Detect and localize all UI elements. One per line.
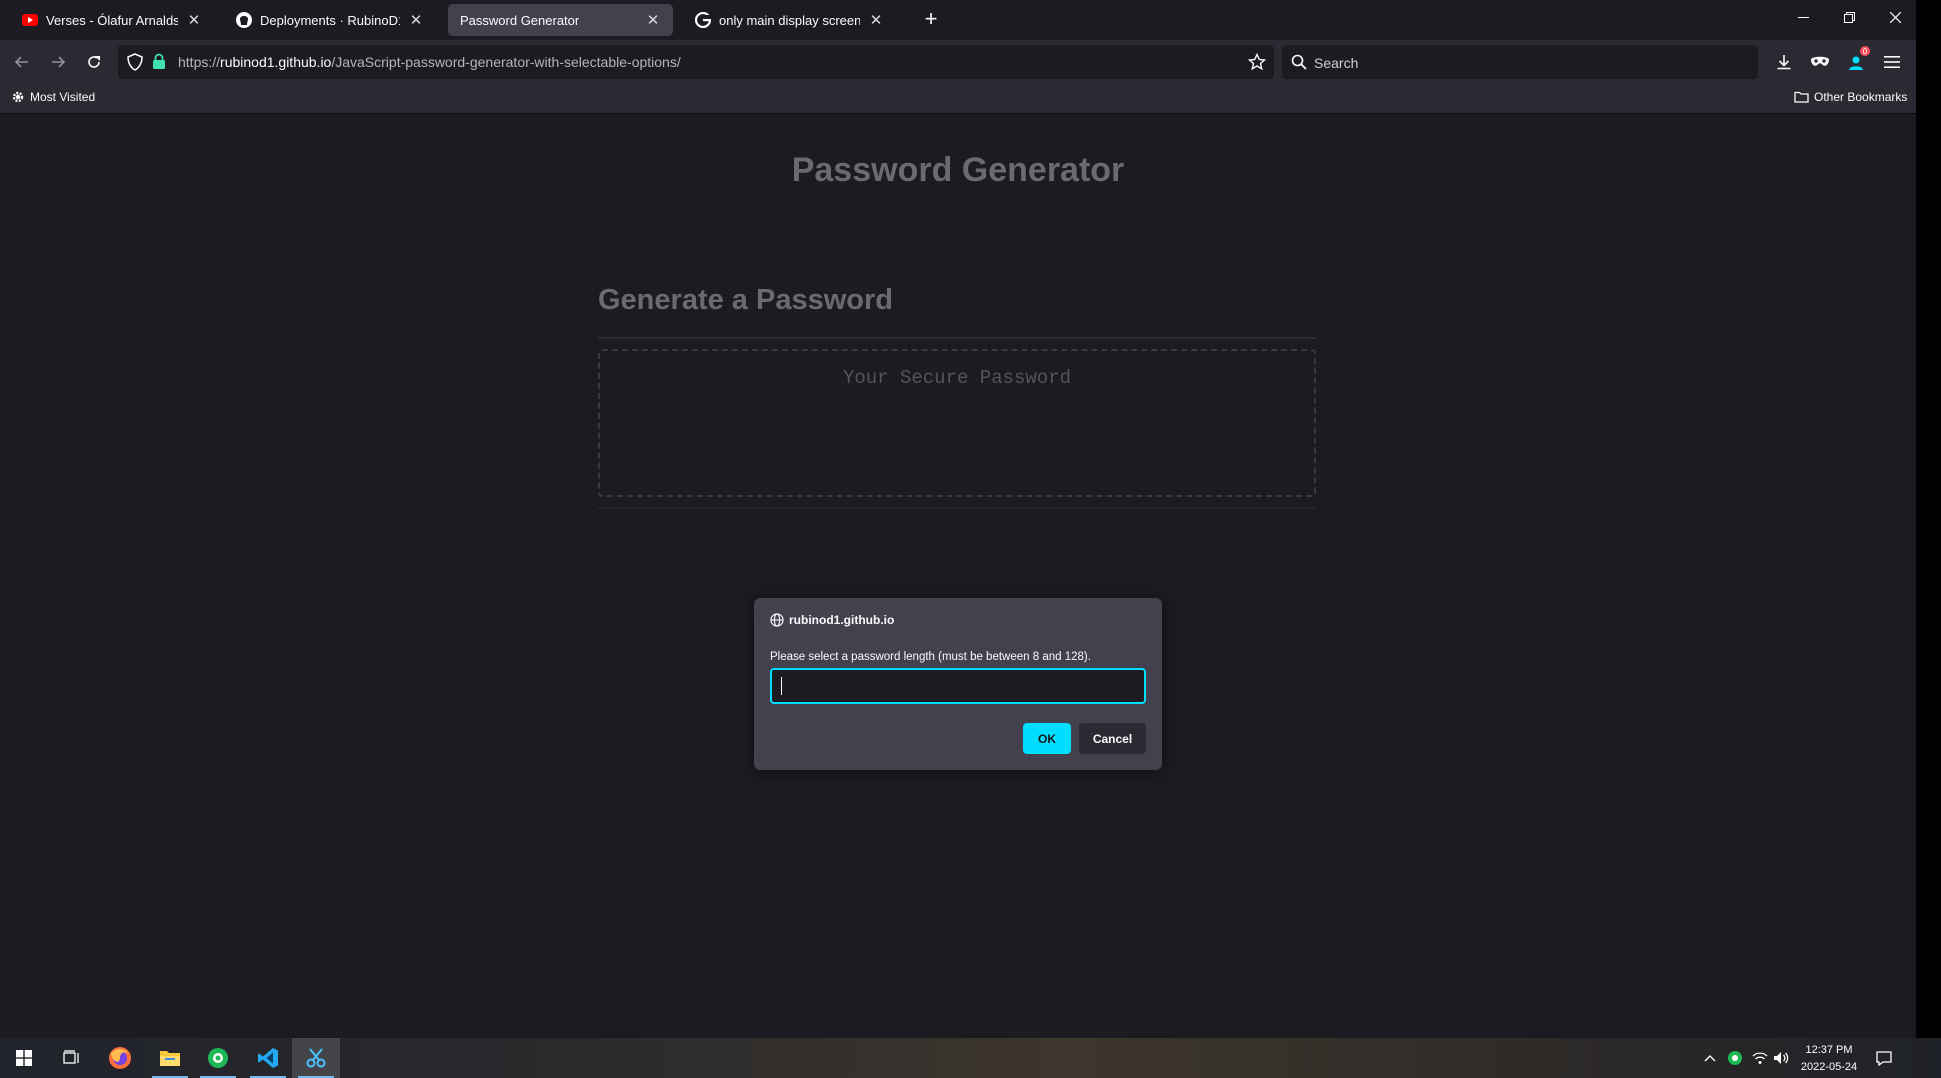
back-arrow-icon — [14, 56, 28, 68]
start-button[interactable] — [0, 1038, 48, 1078]
close-window-icon[interactable] — [1872, 0, 1918, 34]
vscode-icon — [258, 1048, 278, 1068]
search-icon — [1291, 54, 1307, 75]
cancel-button[interactable]: Cancel — [1079, 723, 1146, 754]
folder-icon — [1794, 91, 1809, 103]
youtube-icon — [22, 12, 38, 28]
account-button[interactable]: 0 — [1842, 46, 1870, 76]
close-tab-icon[interactable]: ✕ — [643, 10, 663, 30]
search-placeholder: Search — [1314, 55, 1359, 71]
tray-overflow-chevron-icon[interactable] — [1700, 1048, 1720, 1068]
action-center-icon[interactable] — [1874, 1048, 1894, 1068]
tab-github[interactable]: Deployments · RubinoD1/Javas ✕ — [214, 4, 436, 36]
restore-icon[interactable] — [1826, 0, 1872, 34]
navigation-toolbar: https://rubinod1.github.io/JavaScript-pa… — [0, 40, 1916, 84]
task-view-icon — [63, 1050, 79, 1064]
gear-icon — [12, 91, 24, 103]
back-button[interactable] — [8, 48, 36, 76]
downloads-button[interactable] — [1770, 48, 1798, 76]
task-view-button[interactable] — [48, 1038, 96, 1078]
windows-logo-icon — [16, 1050, 32, 1066]
close-tab-icon[interactable]: ✕ — [866, 10, 886, 30]
close-tab-icon[interactable]: ✕ — [184, 10, 204, 30]
address-bar[interactable]: https://rubinod1.github.io/JavaScript-pa… — [118, 45, 1274, 79]
taskbar-snipping-tool[interactable] — [292, 1038, 340, 1078]
search-bar[interactable]: Search — [1282, 45, 1758, 79]
download-icon — [1777, 55, 1791, 70]
scissors-icon — [306, 1048, 326, 1068]
folder-icon — [160, 1051, 180, 1066]
forward-button[interactable] — [44, 48, 72, 76]
text-caret — [781, 677, 782, 695]
browser-window: Verses - Ólafur Arnalds (Slow ✕ Deployme… — [0, 0, 1916, 1078]
dialog-origin-text: rubinod1.github.io — [789, 613, 895, 627]
dialog-origin: rubinod1.github.io — [770, 613, 894, 627]
notification-badge: 0 — [1860, 46, 1870, 56]
account-icon — [1849, 56, 1863, 70]
url-text[interactable]: https://rubinod1.github.io/JavaScript-pa… — [178, 54, 681, 70]
bookmarks-bar: Most Visited Other Bookmarks — [0, 84, 1916, 114]
card-title: Generate a Password — [598, 284, 893, 316]
lock-icon[interactable] — [152, 53, 166, 75]
tab-password-generator[interactable]: Password Generator ✕ — [448, 4, 673, 36]
dialog-message: Please select a password length (must be… — [770, 651, 1091, 663]
private-mask-button[interactable] — [1806, 48, 1834, 76]
password-length-input[interactable] — [770, 668, 1146, 704]
mask-icon — [1811, 56, 1829, 66]
prompt-dialog: rubinod1.github.io Please select a passw… — [754, 598, 1162, 770]
reload-icon — [88, 56, 100, 68]
card-divider — [598, 337, 1316, 339]
firefox-icon — [109, 1047, 131, 1069]
page-title: Password Generator — [791, 151, 1125, 189]
bookmark-star-icon[interactable] — [1247, 52, 1267, 76]
clock-time: 12:37 PM — [1805, 1044, 1853, 1056]
tab-title: Deployments · RubinoD1/Javas — [260, 12, 400, 28]
minimize-icon[interactable] — [1780, 0, 1826, 34]
password-output-box — [598, 349, 1316, 497]
menu-button[interactable] — [1878, 48, 1906, 76]
tracking-shield-icon[interactable] — [127, 53, 143, 76]
card-footer-divider — [598, 507, 1316, 509]
network-icon[interactable] — [1750, 1048, 1770, 1068]
password-textarea[interactable] — [600, 351, 1314, 495]
tray-app-icon[interactable] — [1725, 1048, 1745, 1068]
most-visited-label: Most Visited — [30, 90, 96, 104]
globe-icon — [770, 613, 784, 627]
taskbar-file-explorer[interactable] — [146, 1038, 194, 1078]
taskbar: 12:37 PM 2022-05-24 — [0, 1038, 1941, 1078]
system-clock[interactable]: 12:37 PM 2022-05-24 — [1790, 1042, 1868, 1076]
taskbar-firefox[interactable] — [96, 1038, 144, 1078]
new-tab-button[interactable]: + — [918, 6, 944, 32]
ok-button[interactable]: OK — [1023, 723, 1071, 754]
hamburger-menu-icon — [1884, 56, 1900, 68]
secondary-display-edge — [1916, 0, 1941, 1078]
tab-title: Password Generator — [460, 12, 580, 28]
tab-strip: Verses - Ólafur Arnalds (Slow ✕ Deployme… — [0, 0, 1916, 40]
url-path: /JavaScript-password-generator-with-sele… — [331, 54, 681, 70]
volume-icon[interactable] — [1771, 1048, 1791, 1068]
most-visited-bookmark[interactable]: Most Visited — [11, 90, 95, 104]
page-content: Password Generator Generate a Password r… — [0, 114, 1916, 1038]
other-bookmarks-folder[interactable]: Other Bookmarks — [1794, 90, 1907, 104]
google-icon — [695, 12, 711, 28]
reload-button[interactable] — [80, 48, 108, 76]
tab-youtube[interactable]: Verses - Ólafur Arnalds (Slow ✕ — [0, 4, 214, 36]
other-bookmarks-label: Other Bookmarks — [1814, 90, 1908, 104]
taskbar-vscode[interactable] — [244, 1038, 292, 1078]
app-green-icon — [208, 1048, 228, 1068]
url-host: rubinod1.github.io — [220, 54, 332, 70]
tab-title: Verses - Ólafur Arnalds (Slow — [46, 12, 178, 28]
url-scheme: https:// — [178, 54, 221, 70]
tab-title: only main display screenshot - — [719, 12, 860, 28]
tab-google[interactable]: only main display screenshot - ✕ — [673, 4, 896, 36]
clock-date: 2022-05-24 — [1800, 1061, 1858, 1073]
forward-arrow-icon — [52, 56, 66, 68]
close-tab-icon[interactable]: ✕ — [406, 10, 426, 30]
taskbar-spotify[interactable] — [194, 1038, 242, 1078]
github-icon — [236, 12, 252, 28]
